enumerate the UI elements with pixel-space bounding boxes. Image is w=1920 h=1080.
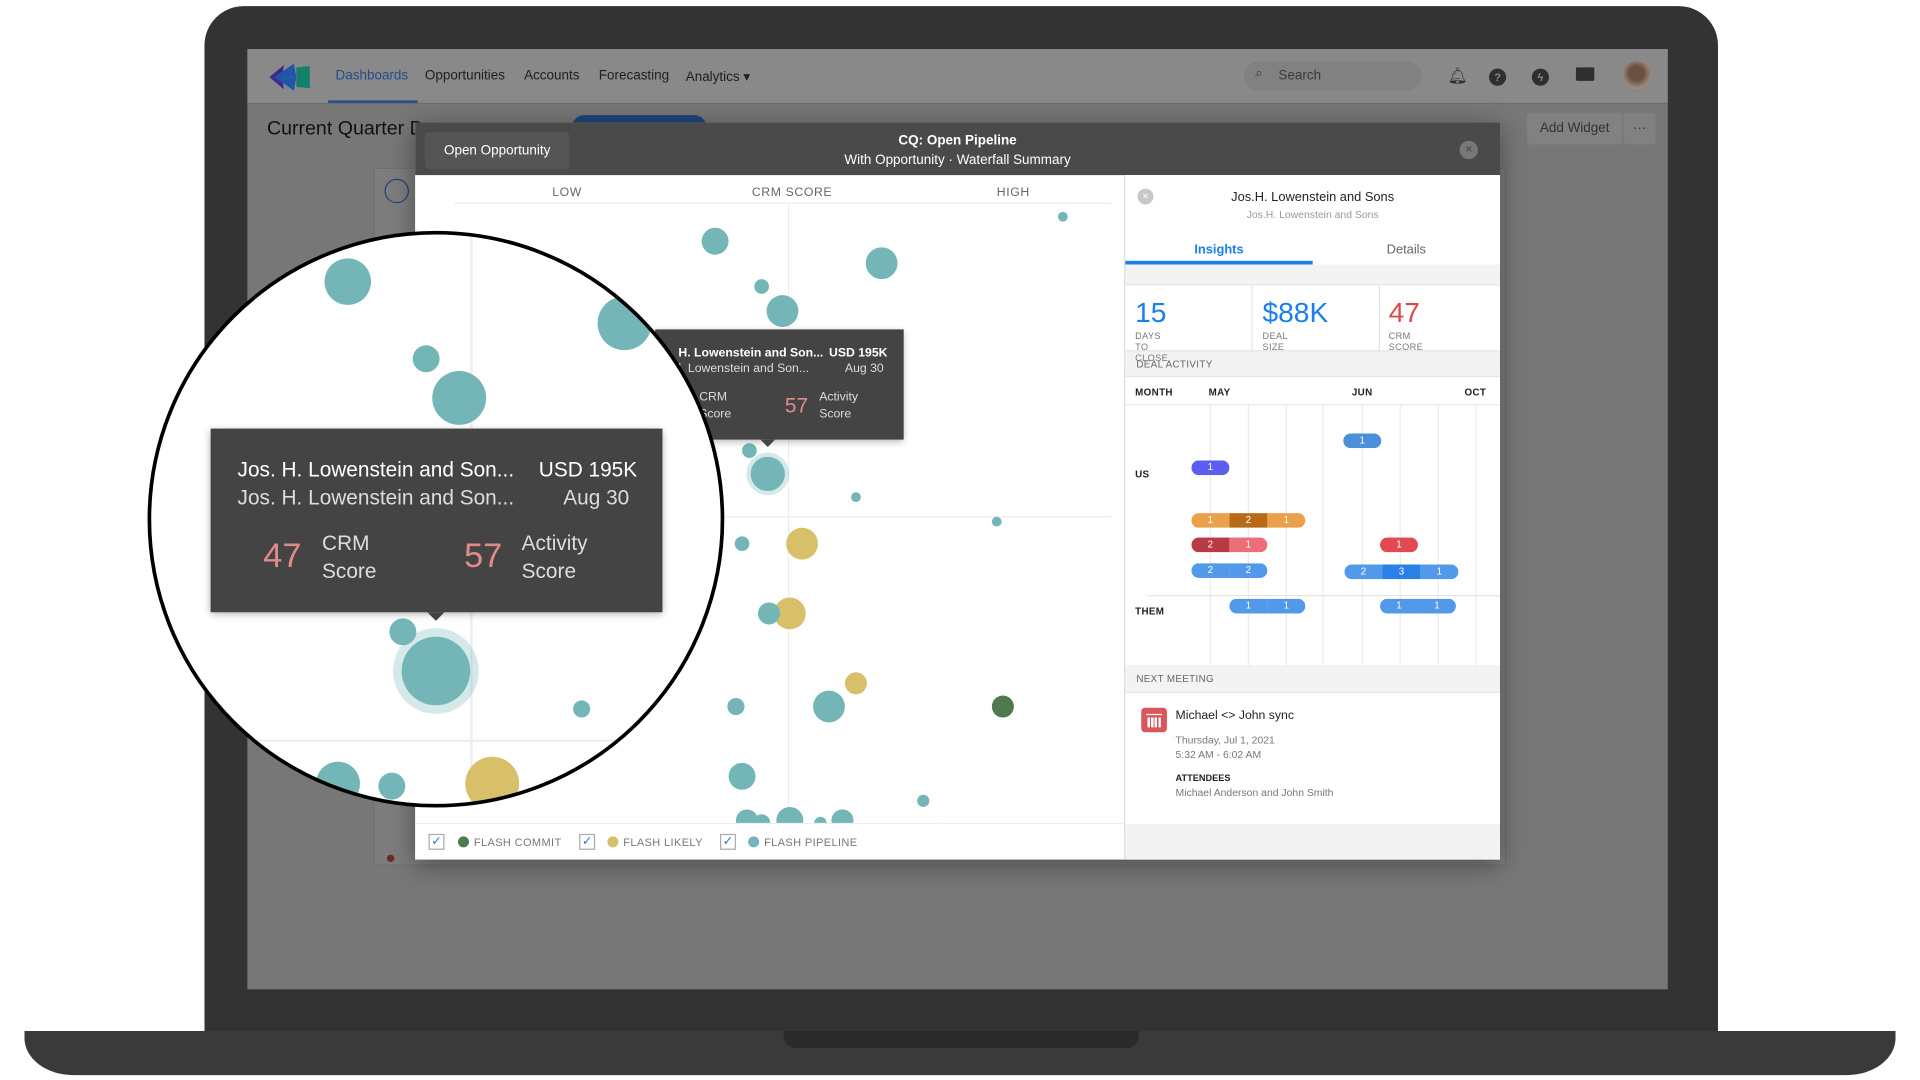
tooltip-activity-score-label: Score [521, 559, 577, 583]
tooltip-score-label: Score [322, 559, 377, 583]
bubble[interactable] [412, 345, 440, 373]
tooltip-crm-label: CRM [322, 531, 370, 555]
magnified-tooltip: Jos. H. Lowenstein and Son... USD 195K J… [210, 428, 663, 621]
bubble[interactable] [432, 371, 487, 425]
bubble[interactable] [573, 700, 591, 718]
bubble[interactable] [401, 636, 471, 706]
tooltip-date: Aug 30 [563, 486, 630, 510]
bubble[interactable] [324, 258, 372, 305]
tooltip-crm-score: 47 [263, 536, 302, 575]
tooltip-account: Jos. H. Lowenstein and Son... [237, 486, 515, 510]
tooltip-activity-label: Activity [521, 531, 588, 555]
tooltip-name: Jos. H. Lowenstein and Son... [237, 457, 515, 482]
tooltip-activity-score: 57 [464, 536, 503, 575]
tooltip-amount: USD 195K [538, 457, 638, 482]
bubble[interactable] [378, 772, 406, 800]
tooltip-arrow [427, 612, 445, 629]
